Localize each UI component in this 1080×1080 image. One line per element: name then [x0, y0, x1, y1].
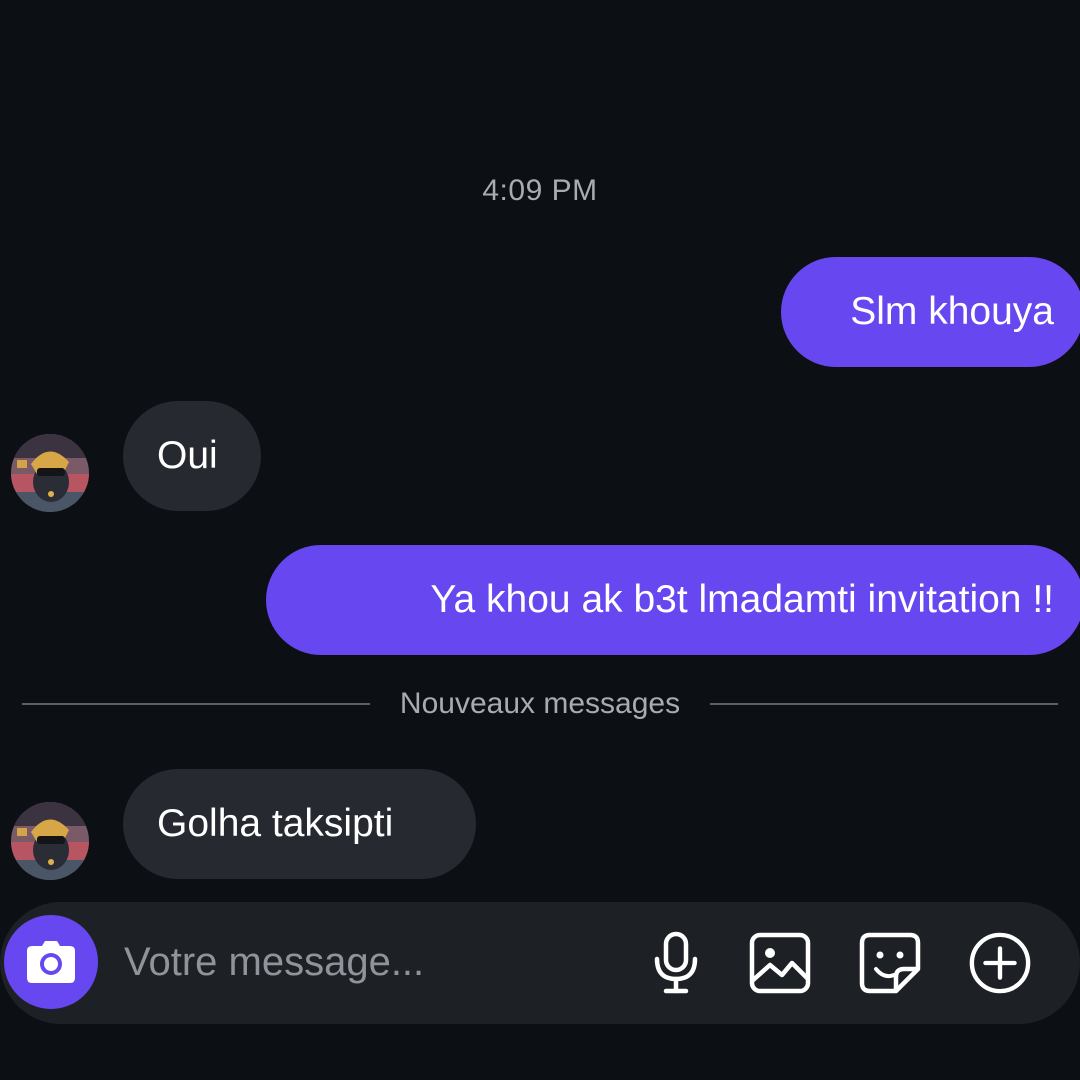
plus-circle-icon	[969, 932, 1031, 994]
camera-icon	[27, 941, 75, 983]
contact-avatar[interactable]	[11, 802, 89, 880]
sticker-icon	[859, 932, 921, 994]
received-message-bubble[interactable]: Golha taksipti	[123, 769, 476, 879]
message-text: Golha taksipti	[157, 802, 394, 845]
microphone-icon	[654, 931, 698, 994]
divider-line	[710, 703, 1058, 705]
new-messages-label: Nouveaux messages	[399, 687, 681, 720]
voice-message-button[interactable]	[644, 930, 708, 996]
avatar-image	[11, 802, 89, 880]
sent-message-bubble[interactable]: Slm khouya	[781, 257, 1080, 367]
camera-button[interactable]	[4, 915, 98, 1009]
message-text: Oui	[157, 434, 218, 477]
divider-line	[22, 703, 370, 705]
gallery-button[interactable]	[748, 930, 812, 996]
more-options-button[interactable]	[968, 930, 1032, 996]
message-text: Ya khou ak b3t lmadamti invitation !!	[430, 578, 1054, 621]
sticker-button[interactable]	[858, 930, 922, 996]
received-message-bubble[interactable]: Oui	[123, 401, 261, 511]
message-input[interactable]	[124, 932, 624, 992]
avatar-image	[11, 434, 89, 512]
message-text: Slm khouya	[850, 290, 1054, 333]
message-timestamp: 4:09 PM	[482, 174, 598, 207]
contact-avatar[interactable]	[11, 434, 89, 512]
sent-message-bubble[interactable]: Ya khou ak b3t lmadamti invitation !!	[266, 545, 1080, 655]
new-messages-divider: Nouveaux messages	[22, 683, 1058, 725]
message-composer	[0, 902, 1080, 1024]
image-icon	[749, 932, 811, 994]
